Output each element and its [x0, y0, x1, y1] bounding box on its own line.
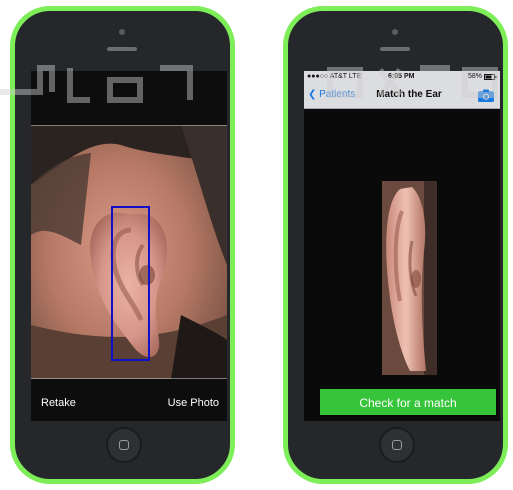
- use-photo-button[interactable]: Use Photo: [168, 397, 219, 409]
- camera-icon[interactable]: [478, 89, 494, 102]
- comparison-stage: Retake Use Photo ●●●○○ AT&T LTE 6:05 PM …: [0, 0, 513, 490]
- check-for-match-button[interactable]: Check for a match: [320, 389, 496, 415]
- guide-line-top: [31, 125, 227, 126]
- battery-percent: 58%: [467, 73, 482, 80]
- status-time: 6:05 PM: [388, 73, 415, 80]
- page-title: Match the Ear: [376, 89, 442, 100]
- front-camera: [119, 29, 125, 35]
- content-area: [304, 109, 500, 421]
- ear-photo: [31, 125, 227, 379]
- front-camera: [392, 29, 398, 35]
- status-bar: ●●●○○ AT&T LTE 6:05 PM 58%: [304, 71, 500, 83]
- right-phone: ●●●○○ AT&T LTE 6:05 PM 58% ❮ Patients Ma…: [283, 6, 508, 484]
- camera-screen: Retake Use Photo: [31, 71, 227, 421]
- camera-top-bar: [31, 71, 227, 125]
- home-button[interactable]: [379, 427, 415, 463]
- crop-selection-box[interactable]: [111, 206, 150, 361]
- navigation-bar: ❮ Patients Match the Ear: [304, 83, 500, 109]
- left-phone: Retake Use Photo: [10, 6, 235, 484]
- retake-button[interactable]: Retake: [41, 397, 76, 409]
- home-square-icon: [119, 440, 129, 450]
- battery-icon: [484, 74, 497, 80]
- home-button[interactable]: [106, 427, 142, 463]
- cropped-ear-image: [382, 181, 437, 375]
- app-screen: ●●●○○ AT&T LTE 6:05 PM 58% ❮ Patients Ma…: [304, 71, 500, 421]
- speaker-grille: [380, 47, 410, 51]
- carrier-signal: ●●●○○ AT&T LTE: [307, 73, 362, 80]
- speaker-grille: [107, 47, 137, 51]
- home-square-icon: [392, 440, 402, 450]
- cropped-ear-picture: [382, 181, 437, 375]
